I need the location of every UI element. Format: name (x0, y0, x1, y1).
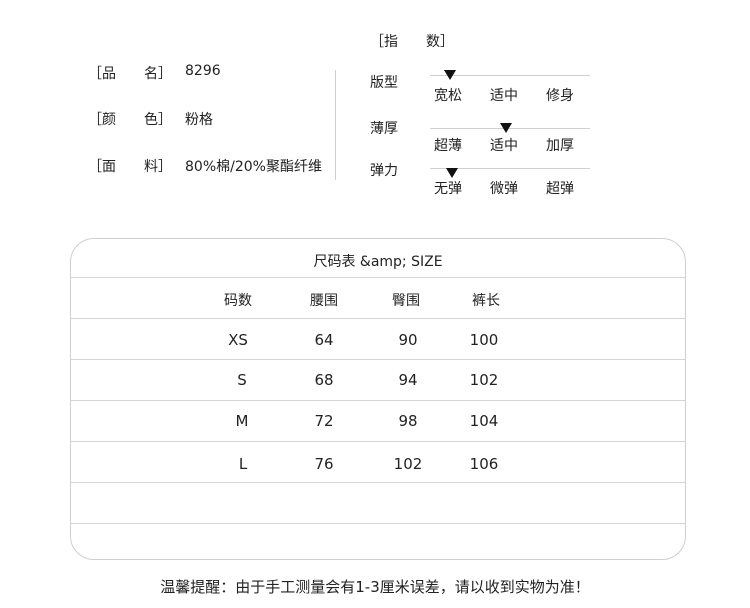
table-cell: 106 (469, 455, 499, 473)
table-divider (70, 523, 686, 524)
index-option: 适中 (490, 138, 518, 154)
table-cell: 102 (469, 371, 499, 389)
table-header-cell: 裤长 (472, 293, 500, 309)
table-cell: 68 (314, 371, 334, 389)
name-value: 8296 (185, 63, 221, 79)
table-cell: 72 (314, 412, 334, 430)
table-divider (70, 277, 686, 278)
fabric-value: 80%棉/20%聚酯纤维 (185, 159, 322, 175)
info-divider (335, 70, 336, 180)
index-marker-stretch (446, 168, 458, 178)
table-cell: 64 (314, 331, 334, 349)
index-option: 无弹 (434, 181, 462, 197)
table-cell: S (237, 371, 247, 389)
table-header-cell: 臀围 (392, 293, 420, 309)
table-divider (70, 482, 686, 483)
table-cell: M (235, 412, 249, 430)
table-cell: 94 (398, 371, 418, 389)
table-divider (70, 441, 686, 442)
index-marker-thickness (500, 123, 512, 133)
table-header-cell: 腰围 (310, 293, 338, 309)
table-cell: 76 (314, 455, 334, 473)
color-label: ［颜 色］ (88, 112, 172, 128)
index-option: 微弹 (490, 181, 518, 197)
table-cell: 100 (469, 331, 499, 349)
size-table (70, 238, 686, 560)
color-value: 粉格 (185, 112, 213, 128)
index-row-label-stretch: 弹力 (370, 163, 398, 179)
index-option: 超弹 (546, 181, 574, 197)
index-option: 修身 (546, 88, 574, 104)
index-option: 超薄 (434, 138, 462, 154)
table-cell: 104 (469, 412, 499, 430)
fabric-label: ［面 料］ (88, 159, 172, 175)
table-cell: L (238, 455, 248, 473)
table-divider (70, 318, 686, 319)
table-cell: XS (228, 331, 248, 349)
index-option: 加厚 (546, 138, 574, 154)
table-cell: 102 (393, 455, 423, 473)
index-row-label-thickness: 薄厚 (370, 121, 398, 137)
size-table-title: 尺码表 &amp; SIZE (313, 254, 443, 270)
index-marker-fit (444, 70, 456, 80)
table-cell: 90 (398, 331, 418, 349)
index-row-label-fit: 版型 (370, 75, 398, 91)
name-label: ［品 名］ (88, 66, 172, 82)
index-title: ［指 数］ (370, 34, 454, 50)
index-option: 适中 (490, 88, 518, 104)
table-cell: 98 (398, 412, 418, 430)
table-header-cell: 码数 (224, 293, 252, 309)
measurement-note: 温馨提醒：由于手工测量会有1-3厘米误差，请以收到实物为准！ (160, 578, 590, 596)
index-option: 宽松 (434, 88, 462, 104)
table-divider (70, 359, 686, 360)
table-divider (70, 400, 686, 401)
